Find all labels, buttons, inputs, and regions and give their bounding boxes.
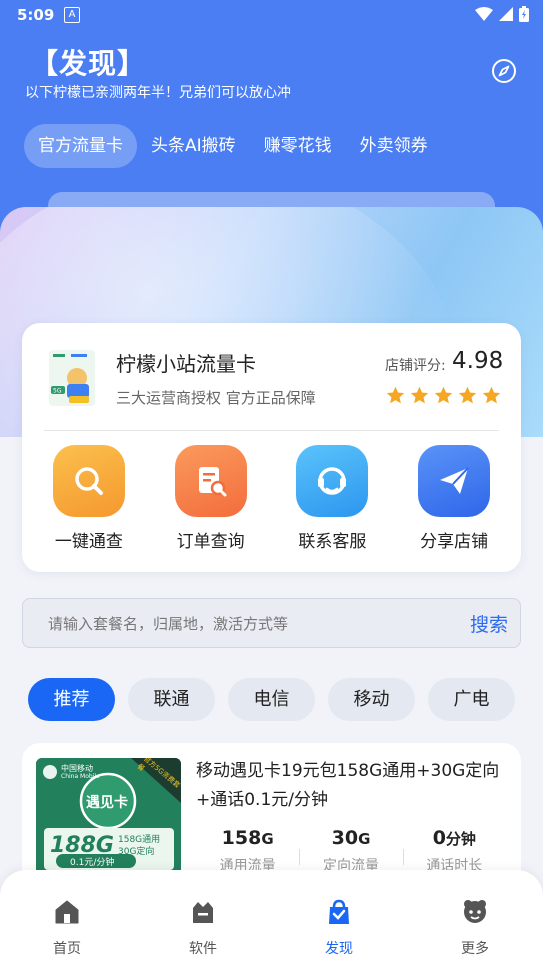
filter-broadcast[interactable]: 广电 [428,678,515,721]
star-icon [434,386,453,404]
stat-value: 158 [221,827,262,849]
star-icon [410,386,429,404]
search-bar: 请输入套餐名，归属地，激活方式等 搜索 [22,598,521,648]
filter-unicom[interactable]: 联通 [128,678,215,721]
battery-icon [519,6,529,22]
stat-value: 0 [432,827,446,849]
search-icon [52,445,125,517]
order-query-button[interactable]: 订单查询 [161,445,261,552]
divider [44,430,499,431]
customer-service-button[interactable]: 联系客服 [282,445,382,552]
bottom-nav: 首页 软件 发现 更多 [0,870,543,967]
search-button[interactable]: 搜索 [470,610,508,637]
nav-label: 软件 [189,941,217,957]
nav-label: 发现 [325,941,353,957]
shop-card: 5G 柠檬小站流量卡 三大运营商授权 官方正品保障 店铺评分: 4.98 一键通… [22,323,521,572]
category-tabs: 官方流量卡 头条AI搬砖 赚零花钱 外卖领券 [24,124,442,168]
discover-bag-icon [329,899,349,924]
shop-logo: 5G [49,350,95,406]
wifi-icon [475,7,493,21]
shop-actions: 一键通查 订单查询 联系客服 分享店铺 [22,445,521,552]
status-time: 5:09 [17,6,55,24]
stat-unit: G [358,830,371,848]
rating-label: 店铺评分: [385,358,446,374]
nav-software[interactable]: 软件 [163,898,243,958]
status-icons [475,6,529,22]
product-image-badge: 遇见卡 [86,795,128,811]
stat-general-data: 158G 通用流量 [196,827,299,875]
rating-value: 4.98 [452,348,504,374]
home-icon [55,900,79,924]
stat-directed-data: 30G 定向流量 [299,827,402,875]
filter-mobile[interactable]: 移动 [328,678,415,721]
product-image: 中国移动 China Mobile 官方5G资费套餐 遇见卡 188G 158G… [36,758,181,888]
carrier-filters: 推荐 联通 电信 移动 广电 [28,678,515,721]
signal-icon [499,7,513,21]
order-search-icon [174,445,247,517]
paper-plane-icon [418,445,491,517]
status-bar: 5:09 A [0,0,543,30]
quick-check-button[interactable]: 一键通查 [39,445,139,552]
nav-label: 首页 [53,941,81,957]
tab-toutiao-ai[interactable]: 头条AI搬砖 [137,124,250,168]
stat-unit: G [261,830,274,848]
software-icon [193,902,213,923]
product-image-price-line: 0.1元/分钟 [70,858,115,868]
notification-a-icon: A [64,7,80,23]
page-title: 【发现】 [30,47,147,80]
search-input[interactable]: 请输入套餐名，归属地，激活方式等 [48,613,288,634]
svg-text:5G: 5G [53,388,62,395]
product-stats: 158G 通用流量 30G 定向流量 0分钟 通话时长 [196,827,506,875]
shop-name: 柠檬小站流量卡 [116,352,256,376]
stat-value: 30 [331,827,359,849]
customer-service-icon [296,445,369,517]
compass-icon[interactable] [491,58,517,84]
nav-more[interactable]: 更多 [435,898,515,958]
stat-unit: 分钟 [445,830,476,848]
product-image-brand-en: China Mobile [61,773,100,780]
action-label: 联系客服 [298,532,367,552]
action-label: 一键通查 [54,532,123,552]
tab-official-data-card[interactable]: 官方流量卡 [24,124,137,168]
tab-pocket-money[interactable]: 赚零花钱 [250,124,346,168]
product-image-line2: 30G定向 [118,847,155,857]
star-icon [482,386,501,404]
rating-stars [385,385,502,406]
share-shop-button[interactable]: 分享店铺 [404,445,504,552]
product-title: 移动遇见卡19元包158G通用+30G定向+通话0.1元/分钟 [196,761,500,810]
filter-telecom[interactable]: 电信 [228,678,315,721]
page-subtitle: 以下柠檬已亲测两年半！兄弟们可以放心冲 [25,85,291,101]
stat-call-minutes: 0分钟 通话时长 [402,827,506,875]
shop-description: 三大运营商授权 官方正品保障 [116,389,316,407]
star-icon [386,386,405,404]
nav-label: 更多 [461,941,489,957]
more-icon [464,900,486,923]
action-label: 分享店铺 [420,532,489,552]
tab-takeout-coupons[interactable]: 外卖领券 [346,124,442,168]
action-label: 订单查询 [176,532,245,552]
filter-recommended[interactable]: 推荐 [28,678,115,721]
nav-discover[interactable]: 发现 [299,898,379,958]
nav-home[interactable]: 首页 [27,898,107,958]
star-icon [458,386,477,404]
